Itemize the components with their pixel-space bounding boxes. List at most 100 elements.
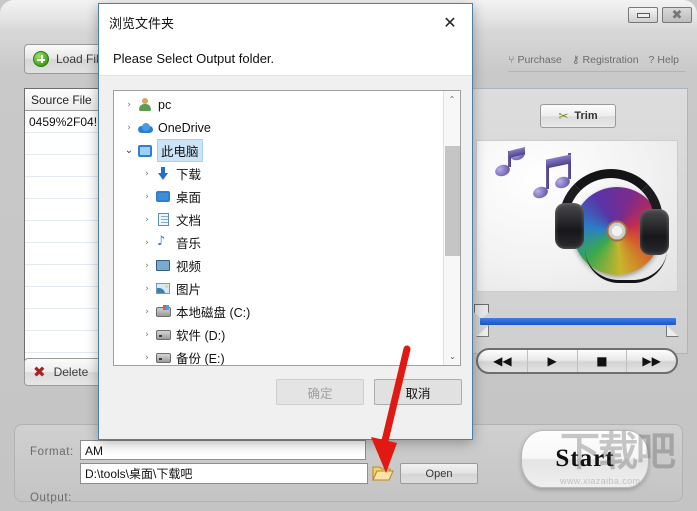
key-icon: ⚷ bbox=[571, 53, 580, 66]
dialog-titlebar: 浏览文件夹 ✕ bbox=[99, 4, 472, 40]
close-icon: ✕ bbox=[443, 12, 457, 32]
tree-scrollbar[interactable]: ⌃ ⌄ bbox=[443, 91, 460, 365]
minimize-icon bbox=[636, 12, 650, 18]
trim-button[interactable]: ✂ Trim bbox=[540, 104, 616, 128]
tree-item-label: 桌面 bbox=[176, 191, 202, 205]
format-label: Format: bbox=[30, 446, 74, 458]
music-note-icon bbox=[493, 146, 527, 179]
tree-item-label: 下载 bbox=[176, 168, 202, 182]
scrollbar-thumb[interactable] bbox=[445, 146, 460, 256]
scissors-icon: ✂ bbox=[558, 109, 569, 123]
tree-item-label: 文档 bbox=[176, 214, 202, 228]
tree-item-label: pc bbox=[158, 97, 172, 112]
plus-circle-icon bbox=[33, 51, 49, 67]
scroll-up-button[interactable]: ⌃ bbox=[444, 91, 460, 108]
browse-folder-button[interactable] bbox=[372, 463, 394, 483]
tree-item-label: OneDrive bbox=[158, 120, 211, 135]
folder-tree[interactable]: › pc › OneDrive ⌄ 此电脑 › 下载 › 桌面 › 文档 › ♪ 音乐 › 视频 › 图片 › 本地磁盘… bbox=[114, 91, 443, 366]
tree-item-label: 备份 (E:) bbox=[176, 352, 225, 366]
open-button[interactable]: Open bbox=[400, 463, 478, 484]
purchase-label: Purchase bbox=[517, 53, 562, 66]
forward-button[interactable]: ▶▶ bbox=[627, 350, 676, 372]
registration-link[interactable]: ⚷ Registration bbox=[572, 54, 639, 66]
chevron-right-icon[interactable]: › bbox=[140, 353, 154, 363]
play-button[interactable]: ▶ bbox=[528, 350, 578, 372]
tree-item-label: 音乐 bbox=[176, 237, 202, 251]
ok-button[interactable]: 确定 bbox=[276, 379, 364, 405]
top-links-bar: ⑂ Purchase ⚷ Registration ? Help bbox=[508, 50, 685, 72]
trim-label: Trim bbox=[574, 110, 598, 122]
dialog-button-row: 确定 取消 bbox=[99, 379, 474, 409]
tree-item-10[interactable]: › 软件 (D:) bbox=[114, 323, 443, 346]
minimize-button[interactable] bbox=[628, 7, 658, 23]
dialog-close-button[interactable]: ✕ bbox=[428, 4, 472, 40]
tree-item-8[interactable]: › 图片 bbox=[114, 277, 443, 300]
chevron-right-icon[interactable]: › bbox=[122, 100, 136, 110]
rewind-button[interactable]: ◀◀ bbox=[478, 350, 528, 372]
computer-icon bbox=[136, 144, 154, 157]
chevron-right-icon[interactable]: › bbox=[140, 169, 154, 179]
chevron-right-icon[interactable]: › bbox=[140, 284, 154, 294]
help-label: Help bbox=[657, 53, 679, 66]
tree-item-label: 此电脑 bbox=[157, 139, 203, 162]
tree-item-label: 视频 bbox=[176, 260, 202, 274]
system-drive-icon bbox=[154, 304, 172, 317]
open-folder-icon bbox=[372, 466, 394, 481]
cancel-button[interactable]: 取消 bbox=[374, 379, 462, 405]
dialog-title: 浏览文件夹 bbox=[109, 15, 175, 31]
download-icon bbox=[154, 167, 172, 180]
tree-item-7[interactable]: › 视频 bbox=[114, 254, 443, 277]
chevron-right-icon[interactable]: › bbox=[140, 215, 154, 225]
registration-label: Registration bbox=[582, 53, 639, 66]
tree-item-6[interactable]: › ♪ 音乐 bbox=[114, 231, 443, 254]
product-artwork bbox=[476, 140, 678, 292]
drive-icon bbox=[154, 352, 172, 363]
tree-item-4[interactable]: › 桌面 bbox=[114, 185, 443, 208]
close-window-button[interactable]: ✖ bbox=[662, 7, 692, 23]
browse-folder-dialog: 浏览文件夹 ✕ Please Select Output folder. › pc… bbox=[98, 3, 473, 440]
chevron-right-icon[interactable]: › bbox=[140, 238, 154, 248]
trim-end-marker[interactable] bbox=[666, 325, 679, 337]
output-label: Output: bbox=[30, 492, 72, 504]
tree-item-1[interactable]: › OneDrive bbox=[114, 116, 443, 139]
document-icon bbox=[154, 213, 172, 226]
picture-icon bbox=[154, 283, 172, 294]
red-x-icon: ✖ bbox=[33, 362, 46, 381]
drive-icon bbox=[154, 329, 172, 340]
format-select[interactable]: AM bbox=[80, 440, 366, 460]
tree-item-9[interactable]: › 本地磁盘 (C:) bbox=[114, 300, 443, 323]
tree-item-3[interactable]: › 下载 bbox=[114, 162, 443, 185]
cart-icon: ⑂ bbox=[508, 53, 515, 66]
tree-item-0[interactable]: › pc bbox=[114, 93, 443, 116]
tree-item-label: 图片 bbox=[176, 283, 202, 297]
chevron-right-icon[interactable]: › bbox=[140, 330, 154, 340]
playhead-marker[interactable] bbox=[474, 304, 489, 319]
playback-controls[interactable]: ◀◀ ▶ ■ ▶▶ bbox=[476, 348, 678, 374]
tree-item-label: 本地磁盘 (C:) bbox=[176, 306, 251, 320]
seek-bar[interactable] bbox=[470, 302, 684, 337]
cloud-icon bbox=[136, 122, 154, 133]
tree-item-2[interactable]: ⌄ 此电脑 bbox=[114, 139, 443, 162]
question-icon: ? bbox=[648, 53, 655, 66]
stop-button[interactable]: ■ bbox=[578, 350, 628, 372]
chevron-down-icon[interactable]: ⌄ bbox=[122, 145, 136, 156]
output-path-input[interactable]: D:\tools\桌面\下载吧 bbox=[80, 463, 368, 484]
chevron-right-icon[interactable]: › bbox=[140, 307, 154, 317]
music-note-icon bbox=[531, 153, 572, 201]
scroll-down-button[interactable]: ⌄ bbox=[444, 348, 460, 365]
headphone-cord-icon bbox=[585, 249, 667, 283]
music-note-icon: ♪ bbox=[157, 234, 166, 249]
chevron-right-icon[interactable]: › bbox=[140, 261, 154, 271]
trim-start-marker[interactable] bbox=[476, 325, 489, 337]
tree-item-11[interactable]: › 备份 (E:) bbox=[114, 346, 443, 366]
seek-track[interactable] bbox=[480, 318, 676, 325]
video-icon bbox=[154, 260, 172, 271]
folder-tree-panel[interactable]: › pc › OneDrive ⌄ 此电脑 › 下载 › 桌面 › 文档 › ♪ 音乐 › 视频 › 图片 › 本地磁盘… bbox=[113, 90, 461, 366]
tree-item-5[interactable]: › 文档 bbox=[114, 208, 443, 231]
chevron-right-icon[interactable]: › bbox=[122, 123, 136, 133]
start-button[interactable]: Start bbox=[521, 430, 649, 488]
chevron-right-icon[interactable]: › bbox=[140, 192, 154, 202]
help-link[interactable]: ? Help bbox=[649, 54, 679, 66]
purchase-link[interactable]: ⑂ Purchase bbox=[508, 54, 562, 66]
tree-item-label: 软件 (D:) bbox=[176, 329, 226, 343]
